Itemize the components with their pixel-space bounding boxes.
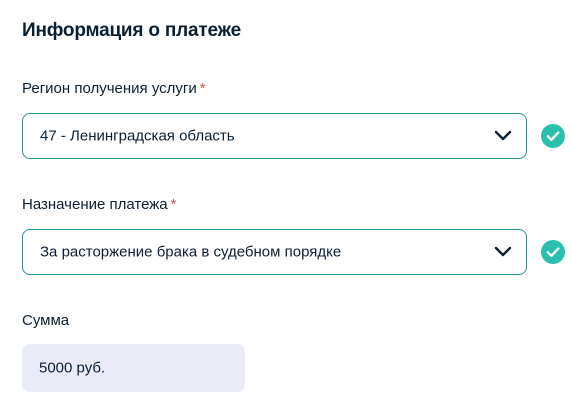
purpose-label-text: Назначение платежа [22, 196, 168, 213]
purpose-label: Назначение платежа * [22, 196, 177, 213]
region-select-value: 47 - Ленинградская область [40, 127, 235, 145]
check-circle-icon [541, 124, 565, 148]
amount-label: Сумма [22, 312, 70, 329]
amount-field: 5000 руб. [22, 344, 245, 392]
region-select[interactable]: 47 - Ленинградская область [22, 113, 527, 159]
chevron-down-icon [494, 246, 512, 257]
section-title: Информация о платеже [22, 20, 241, 41]
check-circle-icon [541, 240, 565, 264]
required-mark: * [170, 196, 177, 213]
purpose-select-value: За расторжение брака в судебном порядке [40, 243, 342, 261]
region-label-text: Регион получения услуги [22, 80, 197, 97]
purpose-select[interactable]: За расторжение брака в судебном порядке [22, 229, 527, 275]
amount-value: 5000 руб. [39, 359, 106, 377]
chevron-down-icon [494, 130, 512, 141]
region-label: Регион получения услуги * [22, 80, 206, 97]
required-mark: * [199, 80, 206, 97]
